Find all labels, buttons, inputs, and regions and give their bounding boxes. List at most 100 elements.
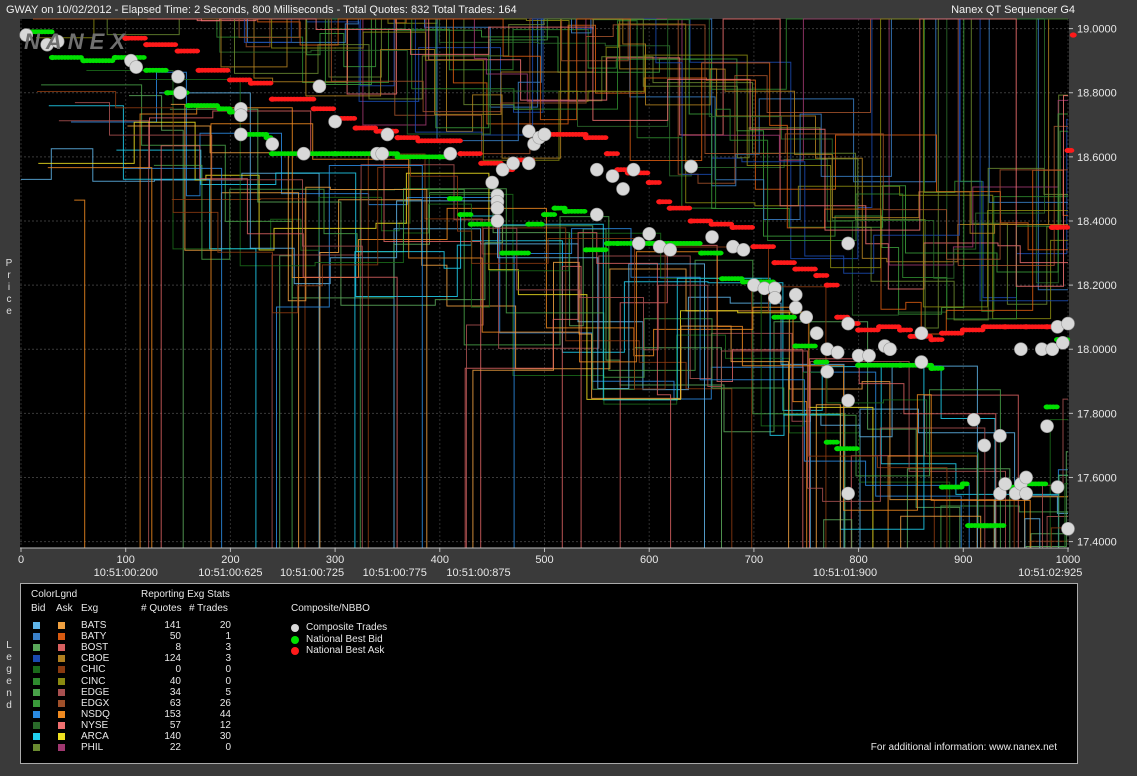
nba-point-fill <box>643 170 651 176</box>
bid-swatch <box>33 633 40 641</box>
trade-point <box>616 182 630 196</box>
trade-point <box>234 127 248 142</box>
nbb-point-fill <box>853 446 860 452</box>
legend-bid-header: Bid <box>31 603 46 614</box>
trade-point <box>914 326 929 340</box>
y-tick-label: 17.6000 <box>1077 472 1117 484</box>
nbb-point-fill <box>696 241 703 246</box>
trade-point <box>605 169 620 183</box>
time-label: 10:51:00:775 <box>363 567 427 579</box>
bid-swatch <box>33 622 40 629</box>
nbb-point-fill <box>140 55 147 60</box>
nbb-point-fill <box>717 250 724 256</box>
trade-point <box>171 69 185 84</box>
bid-swatch <box>33 677 40 685</box>
nba-point-fill <box>266 80 274 86</box>
composite-label: National Best Ask <box>306 645 385 656</box>
side-letter: r <box>7 270 11 281</box>
exg-trades: 0 <box>225 742 231 754</box>
ask-swatch <box>58 721 65 729</box>
ask-swatch <box>58 633 65 641</box>
time-label: 10:51:01:900 <box>813 567 877 579</box>
nba-point-fill <box>906 327 914 333</box>
nbb-point-fill <box>538 221 545 227</box>
trade-point <box>663 243 677 257</box>
trade-point <box>1050 480 1065 494</box>
trade-point <box>328 114 342 129</box>
nbb-point-fill <box>999 523 1007 528</box>
bid-swatch <box>33 688 40 696</box>
trade-point <box>768 291 782 305</box>
trade-point <box>914 355 929 369</box>
legend-stats-title: Reporting Exg Stats <box>141 589 230 600</box>
nbb-point-fill <box>811 343 818 349</box>
nbb-point-fill <box>1053 404 1060 410</box>
nba-point-fill <box>665 199 673 205</box>
nba-point-fill <box>602 135 609 141</box>
trade-point <box>862 348 876 363</box>
nba-point-fill <box>1067 148 1075 153</box>
price-chart: 19.0000 18.8000 18.6000 18.4000 18.2000 18.00… <box>18 18 1117 579</box>
side-letter: e <box>6 306 12 317</box>
trade-point <box>296 146 311 161</box>
time-label: 10:51:00:875 <box>446 567 510 579</box>
trade-point <box>684 159 698 174</box>
x-tick-label: 700 <box>745 554 763 566</box>
nba-point-fill <box>224 67 231 73</box>
trade-point <box>883 342 897 357</box>
trade-point <box>1019 486 1033 501</box>
x-tick-label: 900 <box>954 554 972 566</box>
nba-point-fill <box>790 260 797 266</box>
nbb-point-fill <box>466 212 474 217</box>
trade-point <box>173 85 187 100</box>
y-axis: 19.0000 18.8000 18.6000 18.4000 18.2000 18.00… <box>1069 24 1117 549</box>
trade-point <box>506 156 520 171</box>
side-letter: i <box>7 282 11 293</box>
time-label: 10:51:00:200 <box>94 567 158 579</box>
ask-swatch <box>58 744 65 752</box>
trade-point <box>375 146 390 161</box>
y-tick-label: 18.8000 <box>1077 88 1117 100</box>
nba-point-fill <box>329 106 337 112</box>
x-tick-label: 200 <box>221 554 239 566</box>
x-axis: 0 100 200 300 400 500 600 700 800 900 1000 10:51:00… <box>18 547 1082 579</box>
ask-swatch <box>58 733 65 740</box>
trade-point <box>312 79 327 94</box>
x-tick-label: 500 <box>535 554 553 566</box>
side-letter: c <box>6 294 12 305</box>
nba-point <box>1069 32 1077 38</box>
ask-swatch <box>58 666 65 674</box>
nba-point-fill <box>456 138 463 144</box>
trade-point <box>736 243 751 257</box>
x-tick-label: 100 <box>117 554 135 566</box>
trade-point <box>977 438 992 453</box>
legend-composite-title: Composite/NBBO <box>291 603 370 614</box>
trade-point <box>537 127 552 142</box>
trade-point <box>1061 316 1075 331</box>
nbb-point-fill <box>602 247 609 253</box>
ask-swatch <box>58 655 65 663</box>
nba-point-fill <box>171 42 179 48</box>
bid-swatch <box>33 699 40 707</box>
trade-point <box>485 175 499 190</box>
y-tick-label: 18.6000 <box>1077 152 1117 164</box>
nba-point-fill <box>1063 224 1071 230</box>
composite-dot <box>291 624 299 632</box>
ask-swatch <box>58 644 65 652</box>
nba-point-fill <box>193 48 201 54</box>
side-letter: g <box>6 664 12 675</box>
trade-point <box>993 428 1007 443</box>
trade-point <box>590 207 604 222</box>
nbb-point-fill <box>162 67 169 73</box>
side-letter: n <box>6 688 12 699</box>
trade-point <box>820 364 834 379</box>
nba-point-fill <box>685 205 693 211</box>
nba-point-fill <box>655 180 662 185</box>
trade-point <box>626 162 641 177</box>
price-axis-label: Price <box>3 258 15 318</box>
trade-point <box>1014 342 1028 357</box>
x-tick-label: 1000 <box>1056 554 1080 566</box>
y-tick-label: 18.0000 <box>1077 344 1117 356</box>
nba-point-fill <box>822 273 830 278</box>
legend-trades-header: # Trades <box>189 603 228 614</box>
